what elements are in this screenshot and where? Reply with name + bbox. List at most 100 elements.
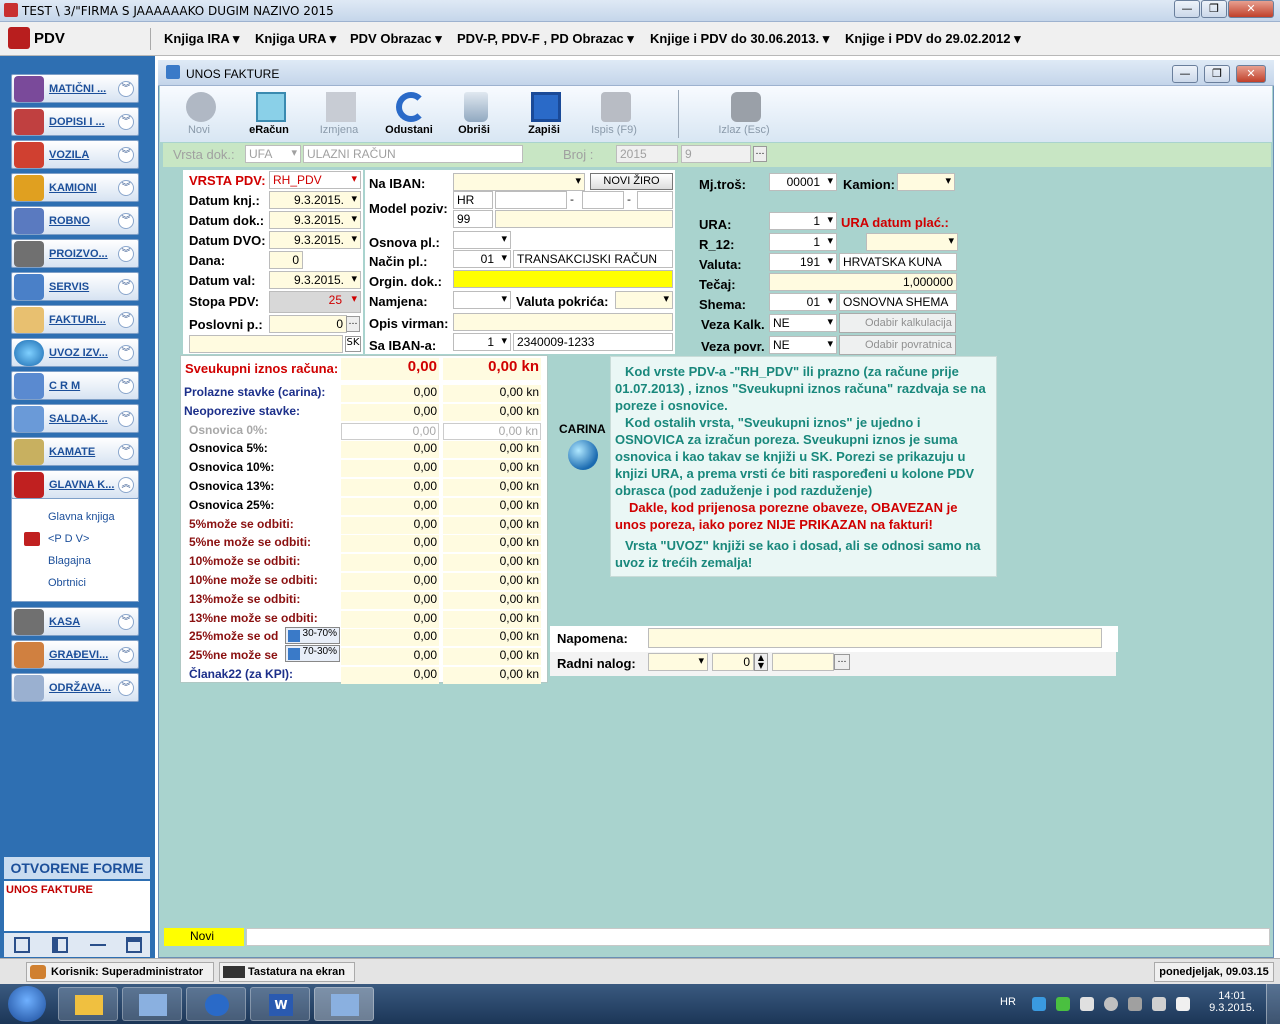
maximize-all-icon[interactable]	[126, 937, 142, 953]
totals-row-value[interactable]: 0,00	[341, 498, 439, 515]
form-restore-button[interactable]: ❐	[1204, 65, 1230, 83]
dana-field[interactable]: 0	[269, 251, 303, 269]
sidebar-item-glavna[interactable]: GLAVNA K... ︽	[11, 470, 139, 499]
odabir-kalkulacija-button[interactable]: Odabir kalkulacija	[839, 313, 956, 333]
chevron-down-icon[interactable]: ︾	[118, 279, 134, 295]
tray-icon[interactable]	[1056, 997, 1070, 1011]
chevron-down-icon[interactable]: ︾	[118, 147, 134, 163]
izlaz-button[interactable]: Izlaz (Esc)	[709, 86, 779, 140]
chevron-down-icon[interactable]: ︾	[118, 647, 134, 663]
chevron-down-icon[interactable]: ︾	[118, 81, 134, 97]
sidebar-item-uvoz[interactable]: UVOZ IZV... ︾	[11, 338, 139, 367]
osnova-select[interactable]	[453, 231, 511, 249]
model-country-field[interactable]: HR	[453, 191, 493, 209]
clock[interactable]: 14:01 9.3.2015.	[1208, 990, 1256, 1014]
subitem-obrtnici[interactable]: Obrtnici	[48, 577, 86, 589]
subitem-glavna-knjiga[interactable]: Glavna knjiga	[48, 511, 115, 523]
subitem-pdv[interactable]: <P D V>	[48, 533, 89, 545]
network-icon[interactable]	[1128, 997, 1142, 1011]
zapisi-button[interactable]: Zapiši	[509, 86, 579, 140]
totals-row-value[interactable]: 0,00	[341, 573, 439, 590]
broj-lookup-button[interactable]: …	[753, 146, 767, 162]
close-button[interactable]: ✕	[1228, 0, 1274, 18]
sidebar-item-fakturiranje[interactable]: FAKTURI... ︾	[11, 305, 139, 334]
sidebar-item-servis[interactable]: SERVIS ︾	[11, 272, 139, 301]
form-minimize-button[interactable]: —	[1172, 65, 1198, 83]
chevron-down-icon[interactable]: ︾	[118, 345, 134, 361]
eracun-button[interactable]: eRačun	[234, 86, 304, 140]
napomena-field[interactable]	[648, 628, 1102, 648]
taskbar-app2[interactable]	[314, 987, 374, 1021]
sidebar-item-odrzavanje[interactable]: ODRŽAVA... ︾	[11, 673, 139, 702]
restore-button[interactable]: ❐	[1201, 0, 1227, 18]
odustani-button[interactable]: Odustani	[374, 86, 444, 140]
chevron-down-icon[interactable]: ︾	[118, 378, 134, 394]
ispis-button[interactable]: Ispis (F9)	[579, 86, 649, 140]
flag-icon[interactable]	[1176, 997, 1190, 1011]
split-70-30-button[interactable]: 70-30%	[285, 645, 340, 662]
opis-virman-field[interactable]	[453, 313, 673, 331]
mj-tros-select[interactable]: 00001	[769, 173, 837, 191]
tray-icon[interactable]	[1032, 997, 1046, 1011]
menu-knjiga-ura[interactable]: Knjiga URA ▾	[255, 31, 336, 47]
totals-row-value[interactable]: 0,00	[341, 611, 439, 628]
taskbar-app1[interactable]	[122, 987, 182, 1021]
chevron-down-icon[interactable]: ︾	[118, 246, 134, 262]
model-part3-field[interactable]	[637, 191, 673, 209]
chevron-down-icon[interactable]: ︾	[118, 114, 134, 130]
totals-row-value[interactable]: 0,00	[341, 629, 439, 646]
sidebar-item-vozila[interactable]: VOZILA ︾	[11, 140, 139, 169]
nacin-pl-select[interactable]: 01	[453, 250, 511, 268]
volume-icon[interactable]	[1152, 997, 1166, 1011]
valuta-select[interactable]: 191	[769, 253, 837, 271]
valuta-pokrica-select[interactable]	[615, 291, 673, 309]
tecaj-field[interactable]: 1,000000	[769, 273, 957, 291]
orgin-dok-field[interactable]	[453, 270, 673, 288]
radni-nalog-select[interactable]	[648, 653, 708, 671]
tray-icon[interactable]	[1080, 997, 1094, 1011]
chevron-down-icon[interactable]: ︾	[118, 444, 134, 460]
split-30-70-button[interactable]: 30-70%	[285, 627, 340, 644]
tile-vertical-icon[interactable]	[52, 937, 68, 953]
sidebar-item-maticni[interactable]: MATIČNI ... ︾	[11, 74, 139, 103]
datum-val-field[interactable]: 9.3.2015.	[269, 271, 361, 289]
chevron-down-icon[interactable]: ︾	[118, 180, 134, 196]
open-form-item[interactable]: UNOS FAKTURE	[6, 884, 93, 896]
chevron-down-icon[interactable]: ︾	[118, 411, 134, 427]
totals-row-value[interactable]: 0,00	[341, 592, 439, 609]
taskbar-word[interactable]: W	[250, 987, 310, 1021]
veza-povr-select[interactable]: NE	[769, 336, 837, 354]
totals-row-value[interactable]: 0,00	[341, 423, 439, 440]
keyboard-button[interactable]: Tastatura na ekran	[219, 962, 355, 982]
totals-row-value[interactable]: 0,00	[341, 460, 439, 477]
chevron-down-icon[interactable]: ︾	[118, 213, 134, 229]
radni-nalog-number[interactable]: 0	[712, 653, 754, 671]
chevron-down-icon[interactable]: ︾	[118, 680, 134, 696]
obrisi-button[interactable]: Obriši	[439, 86, 509, 140]
poslovni-lookup-button[interactable]: …	[346, 316, 360, 332]
radni-nalog-spinner[interactable]: ▲ ▼	[754, 653, 768, 671]
novi-button[interactable]: Novi	[164, 86, 234, 140]
sa-iban-select[interactable]: 1	[453, 333, 511, 351]
izmjena-button[interactable]: Izmjena	[304, 86, 374, 140]
sidebar-item-crm[interactable]: C R M ︾	[11, 371, 139, 400]
chevron-down-icon[interactable]: ︾	[118, 312, 134, 328]
sidebar-item-kamate[interactable]: KAMATE ︾	[11, 437, 139, 466]
sidebar-item-proizvodnja[interactable]: PROIZVO... ︾	[11, 239, 139, 268]
vrsta-pdv-select[interactable]: RH_PDV	[269, 171, 361, 189]
start-button[interactable]	[8, 986, 46, 1022]
radni-nalog-extra[interactable]	[772, 653, 834, 671]
datum-dok-field[interactable]: 9.3.2015.	[269, 211, 361, 229]
menu-knjige-2013[interactable]: Knjige i PDV do 30.06.2013. ▾	[650, 31, 829, 47]
datum-dvo-field[interactable]: 9.3.2015.	[269, 231, 361, 249]
chevron-up-icon[interactable]: ︽	[118, 477, 134, 493]
sidebar-item-gradevinarstvo[interactable]: GRAĐEVI... ︾	[11, 640, 139, 669]
kamion-select[interactable]	[897, 173, 955, 191]
subitem-blagajna[interactable]: Blagajna	[48, 555, 91, 567]
language-indicator[interactable]: HR	[1000, 996, 1016, 1008]
form-close-button[interactable]: ✕	[1236, 65, 1266, 83]
totals-row-value[interactable]: 0,00	[341, 441, 439, 458]
odabir-povratnica-button[interactable]: Odabir povratnica	[839, 335, 956, 355]
vrsta-dok-select[interactable]: UFA	[245, 145, 301, 163]
novi-ziro-button[interactable]: NOVI ŽIRO	[590, 173, 673, 190]
